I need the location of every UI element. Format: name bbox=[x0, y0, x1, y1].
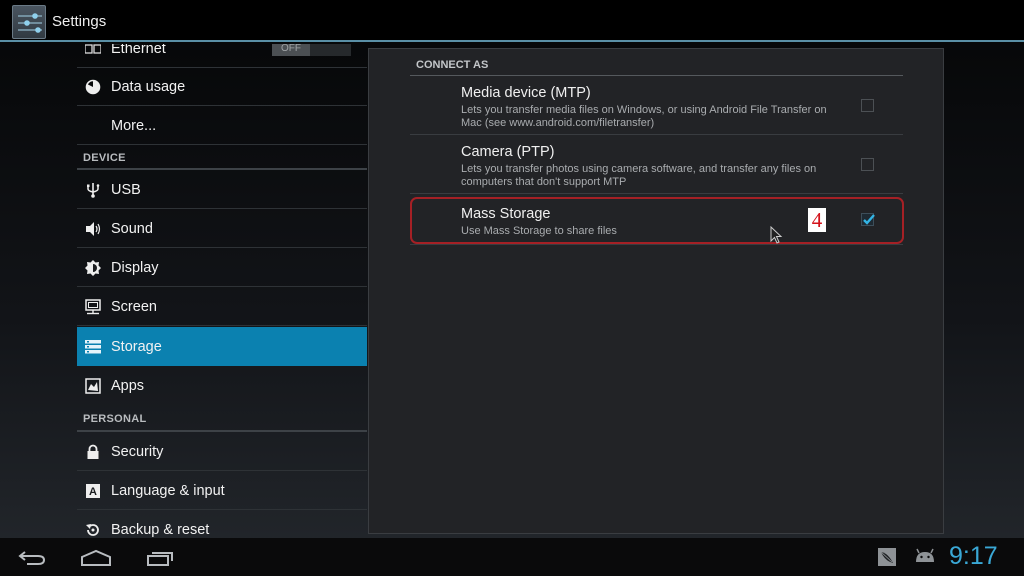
sidebar-item-security[interactable]: Security bbox=[77, 433, 367, 471]
sidebar-item-label: Ethernet bbox=[111, 44, 166, 57]
status-clock: 9:17 bbox=[949, 542, 998, 570]
android-debug-icon[interactable] bbox=[914, 548, 936, 566]
settings-sliders-icon[interactable] bbox=[12, 5, 46, 39]
ethernet-icon bbox=[85, 44, 101, 57]
recent-apps-button[interactable] bbox=[146, 548, 176, 568]
speaker-icon bbox=[85, 221, 101, 237]
section-divider bbox=[410, 75, 903, 76]
option-summary: Lets you transfer photos using camera so… bbox=[461, 163, 817, 188]
section-divider bbox=[77, 168, 367, 170]
sidebar-item-data-usage[interactable]: Data usage bbox=[77, 68, 367, 106]
apps-icon bbox=[85, 378, 101, 394]
sidebar-item-label: Screen bbox=[111, 298, 157, 315]
sidebar-item-label: More... bbox=[111, 117, 157, 134]
sidebar-item-label: Security bbox=[111, 443, 164, 460]
storage-icon bbox=[85, 339, 101, 355]
mtp-checkbox[interactable] bbox=[861, 99, 874, 112]
notification-leaf-icon[interactable] bbox=[878, 548, 896, 566]
monitor-icon bbox=[85, 298, 101, 315]
section-header-device: DEVICE bbox=[83, 152, 126, 164]
data-usage-icon bbox=[85, 79, 101, 95]
sidebar-item-sound[interactable]: Sound bbox=[77, 210, 367, 248]
sidebar-item-label: Backup & reset bbox=[111, 522, 210, 538]
system-navigation-bar: 9:17 bbox=[0, 538, 1024, 576]
sidebar-item-label: Display bbox=[111, 259, 159, 276]
sidebar-item-label: Language & input bbox=[111, 482, 225, 499]
mouse-cursor-icon bbox=[770, 226, 783, 244]
sidebar-item-storage[interactable]: Storage bbox=[77, 327, 367, 366]
annotation-highlight-box bbox=[410, 197, 904, 244]
option-media-device-mtp[interactable]: Media device (MTP) Lets you transfer med… bbox=[410, 77, 903, 135]
option-title: Camera (PTP) bbox=[461, 144, 555, 160]
usb-connection-panel: CONNECT AS Media device (MTP) Lets you t… bbox=[368, 48, 944, 534]
backup-icon bbox=[85, 522, 101, 538]
annotation-step-number: 4 bbox=[808, 208, 826, 232]
sidebar-item-display[interactable]: Display bbox=[77, 249, 367, 287]
sidebar-item-screen[interactable]: Screen bbox=[77, 288, 367, 326]
sidebar-item-language-input[interactable]: A Language & input bbox=[77, 472, 367, 510]
back-button[interactable] bbox=[17, 548, 47, 568]
sidebar-item-more[interactable]: More... bbox=[77, 107, 367, 145]
ethernet-toggle[interactable]: OFF bbox=[272, 44, 351, 56]
settings-sidebar: Ethernet OFF Data usage More... DEVICE U… bbox=[77, 44, 367, 538]
sidebar-item-apps[interactable]: Apps bbox=[77, 367, 367, 405]
sidebar-item-label: USB bbox=[111, 181, 141, 198]
page-title: Settings bbox=[52, 13, 107, 30]
sidebar-item-backup-reset[interactable]: Backup & reset bbox=[77, 511, 367, 538]
keyboard-a-icon: A bbox=[85, 483, 101, 499]
section-divider bbox=[77, 430, 367, 432]
toggle-state: OFF bbox=[272, 44, 310, 56]
sidebar-item-label: Data usage bbox=[111, 78, 186, 95]
sidebar-item-usb[interactable]: USB bbox=[77, 171, 367, 209]
option-title: Media device (MTP) bbox=[461, 85, 591, 101]
ptp-checkbox[interactable] bbox=[861, 158, 874, 171]
option-summary: Lets you transfer media files on Windows… bbox=[461, 104, 827, 129]
home-button[interactable] bbox=[80, 548, 112, 568]
sidebar-item-ethernet[interactable]: Ethernet OFF bbox=[77, 44, 367, 68]
brightness-icon bbox=[85, 259, 101, 276]
sidebar-item-label: Storage bbox=[111, 338, 162, 355]
usb-icon bbox=[85, 182, 101, 198]
option-camera-ptp[interactable]: Camera (PTP) Lets you transfer photos us… bbox=[410, 136, 903, 194]
action-bar: Settings bbox=[0, 0, 1024, 42]
section-header-connect-as: CONNECT AS bbox=[416, 59, 489, 71]
sidebar-item-label: Sound bbox=[111, 220, 153, 237]
svg-text:A: A bbox=[89, 486, 97, 498]
sidebar-item-label: Apps bbox=[111, 378, 145, 394]
lock-icon bbox=[85, 444, 101, 460]
section-header-personal: PERSONAL bbox=[83, 413, 147, 425]
